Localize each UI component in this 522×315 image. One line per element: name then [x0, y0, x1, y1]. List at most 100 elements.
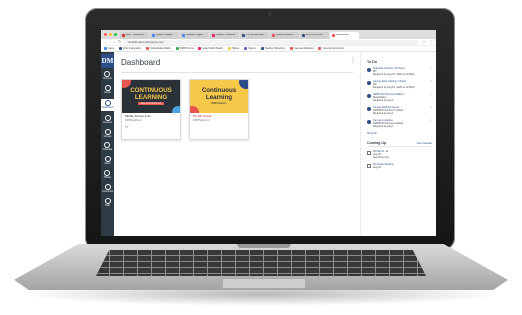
coming-up-item[interactable]: PD Guide Meeting Aug 22 [367, 163, 432, 169]
tab-favicon-icon [122, 34, 125, 37]
browser-tab[interactable]: Mail - Instagram [120, 32, 149, 39]
course-card-hero-title: CONTINUOUS LEARNING [130, 87, 172, 101]
course-card-image: Continuous Learning DMPSplatform [190, 80, 248, 113]
todo-detail: Required by Aug 15, 2020 at 11:59pm [373, 73, 415, 76]
announcements-icon[interactable]: ✉ [125, 125, 177, 129]
bookmark-item[interactable]: Schoolwide REAL [146, 47, 171, 50]
todo-detail: Required by Aug 1 [373, 125, 394, 128]
global-nav-item-admin[interactable]: Admin [104, 84, 111, 95]
dismiss-icon[interactable]: × [430, 106, 432, 109]
global-nav-item-groups[interactable]: Groups [104, 128, 111, 139]
coming-up-list: PD-5th Gr. 14 Aug 20 Aug 20 at 1pm PD Guide… [367, 150, 432, 169]
reload-icon[interactable]: ↻ [118, 40, 121, 44]
global-nav-item-account[interactable]: Account [103, 71, 112, 81]
bookmark-item[interactable]: Infor Integration [118, 47, 141, 50]
browser-tab[interactable]: Dashboard [330, 32, 359, 39]
bookmark-item[interactable]: Iowa Public Radio [198, 47, 223, 50]
forward-arrow-icon[interactable]: → [111, 40, 115, 44]
menu-kebab-icon[interactable]: ⋮ [429, 40, 433, 44]
dismiss-icon[interactable]: × [430, 93, 432, 96]
dismiss-icon[interactable]: × [430, 67, 432, 70]
assignment-icon [367, 68, 371, 72]
dashboard-options-icon[interactable]: ⋮ [350, 58, 356, 64]
decorative-blob [172, 106, 180, 113]
star-icon[interactable]: ☆ [422, 40, 426, 44]
course-card-term: DMPSplatform [125, 118, 142, 122]
todo-item[interactable]: Canvas Guidance DMPSPD Summer Institute Re… [367, 119, 432, 128]
bookmark-item[interactable]: Slides [228, 47, 239, 50]
back-arrow-icon[interactable]: ← [104, 40, 108, 44]
calendar-icon [367, 164, 371, 168]
global-nav-label: Inbox [104, 162, 111, 166]
global-nav-label: Dashboard [101, 105, 114, 109]
global-nav-label: Admin [104, 90, 111, 94]
coming-up-heading: Coming Up [367, 141, 387, 145]
todo-detail: Required by Aug 1 [373, 112, 394, 115]
event-detail: Aug 22 [373, 166, 381, 169]
assignment-icon [367, 120, 371, 124]
minimize-window-button[interactable] [109, 33, 112, 36]
dismiss-icon[interactable]: × [430, 119, 432, 122]
browser-tab[interactable]: Padlet - Webinar [210, 32, 239, 39]
tab-label: PD Virtual Learn [246, 34, 265, 37]
tab-favicon-icon [212, 34, 215, 37]
tab-favicon-icon [152, 34, 155, 37]
laptop-screen: Mail - Instagram laptop images Laptop imag… [101, 30, 436, 236]
close-window-button[interactable] [104, 33, 107, 36]
show-all-link[interactable]: Show All [367, 132, 432, 135]
global-nav-item-dashboard[interactable]: Dashboard [101, 98, 114, 111]
maximize-window-button[interactable] [114, 33, 117, 36]
tab-label: Dashboard [336, 34, 349, 37]
right-sidebar: To Do Schedule Summer '20 Hours PD Require… [360, 52, 436, 236]
global-nav-item-commons[interactable]: Commons [102, 184, 113, 194]
dismiss-icon[interactable]: × [430, 80, 432, 83]
bookmark-item[interactable]: DMPS Intra [175, 47, 193, 50]
bookmark-label: Apps [108, 47, 114, 50]
page-title: Dashboard [121, 58, 161, 67]
tab-label: Padlet - Webinar [216, 34, 236, 37]
assignment-icon [367, 94, 371, 98]
view-calendar-link[interactable]: View Calendar [416, 142, 432, 145]
courses-icon [104, 114, 111, 121]
course-card-pk5[interactable]: Continuous Learning DMPSplatform PK-5th … [189, 79, 249, 140]
bookmark-favicon-icon [290, 47, 294, 50]
tab-favicon-icon [182, 34, 185, 37]
global-nav-item-courses[interactable]: Courses [103, 114, 112, 125]
course-card-middle-school[interactable]: CONTINUOUS LEARNING www.dmschools.org Mi… [121, 79, 181, 140]
global-nav-item-help[interactable]: Help [104, 197, 111, 208]
bookmark-item[interactable]: Canvas Modules [290, 47, 313, 50]
browser-tab[interactable]: Laptop images [180, 32, 209, 39]
browser-tab[interactable]: MS Admin Ser [300, 32, 329, 39]
coming-up-item[interactable]: PD-5th Gr. 14 Aug 20 Aug 20 at 1pm [367, 150, 432, 159]
district-logo[interactable]: DM [101, 54, 114, 68]
browser-tab[interactable]: PD Virtual Learn [240, 32, 269, 39]
browser-tab[interactable]: laptop images [150, 32, 179, 39]
global-nav-item-calendar[interactable]: Calendar [103, 142, 112, 152]
decorative-blob [190, 106, 199, 113]
todo-item[interactable]: DMPS PD Summer Platform Registration Requi… [367, 93, 432, 102]
todo-item[interactable]: Canvas Web Grading Tutorial PD Required by… [367, 80, 432, 89]
trackpad[interactable] [222, 278, 306, 289]
bookmark-favicon-icon [146, 47, 150, 50]
todo-heading: To Do [367, 60, 377, 64]
global-nav-label: Commons [102, 190, 113, 193]
todo-item[interactable]: Schedule Summer '20 Hours PD Required by A… [367, 67, 432, 76]
todo-item[interactable]: Canvas Webinar Series DMPSPD Summer Insti… [367, 106, 432, 115]
browser-tabs: Mail - Instagram laptop images Laptop imag… [120, 32, 360, 39]
global-nav-item-history[interactable]: History [104, 170, 111, 180]
tab-label: Laptop images [186, 34, 204, 37]
bookmark-label: Canvas Help Form [322, 47, 345, 50]
global-nav-item-inbox[interactable]: Inbox [104, 156, 111, 166]
tab-label: Quick Guides to [276, 34, 295, 37]
browser-tab[interactable]: Quick Guides to [270, 32, 299, 39]
course-card-image: CONTINUOUS LEARNING www.dmschools.org [122, 80, 180, 113]
tab-label: laptop images [156, 34, 173, 37]
bookmark-item[interactable]: Canvas Help Form [318, 47, 344, 50]
window-controls [104, 30, 117, 39]
url-input[interactable]: dmschools.instructure.com [124, 39, 420, 45]
help-icon [104, 197, 111, 204]
bookmark-item[interactable]: Apps [104, 47, 114, 50]
global-nav-label: Courses [103, 120, 112, 124]
bookmark-item[interactable]: Teams [244, 47, 256, 50]
bookmark-item[interactable]: Teacher Directory [260, 47, 285, 50]
